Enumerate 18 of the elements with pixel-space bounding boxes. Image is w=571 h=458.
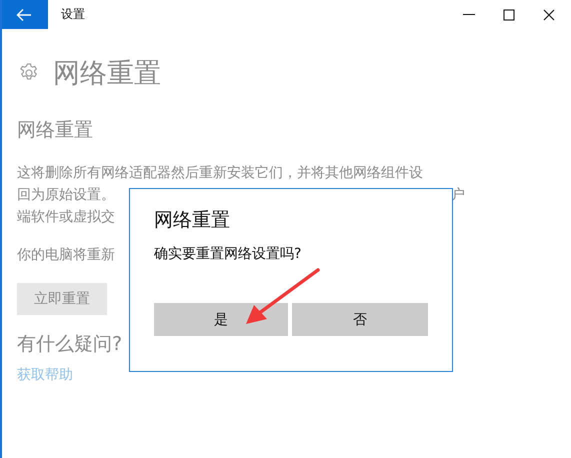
description-text: 回为原始设置。 bbox=[17, 186, 115, 205]
maximize-icon bbox=[503, 8, 515, 20]
dialog-button[interactable]: 是 bbox=[154, 303, 288, 336]
dialog-message: 确实要重置网络设置吗? bbox=[154, 245, 302, 263]
back-button[interactable] bbox=[2, 0, 48, 29]
page-title: 网络重置 bbox=[53, 57, 161, 91]
help-heading: 有什么疑问? bbox=[17, 332, 122, 357]
dialog-title: 网络重置 bbox=[154, 208, 231, 233]
minimize-icon bbox=[463, 14, 475, 15]
description-text: 这将删除所有网络适配器然后重新安装它们，并将其他网络组件设 bbox=[17, 164, 423, 183]
section-heading: 网络重置 bbox=[17, 118, 93, 143]
close-icon bbox=[543, 8, 555, 20]
back-arrow-icon bbox=[16, 8, 32, 22]
description-text: 户 bbox=[451, 186, 465, 205]
window-title: 设置 bbox=[61, 6, 85, 23]
dialog-button[interactable]: 否 bbox=[292, 303, 428, 336]
description-text: 端软件或虚拟交 bbox=[17, 208, 115, 227]
restart-notice: 你的电脑将重新 bbox=[17, 246, 115, 264]
